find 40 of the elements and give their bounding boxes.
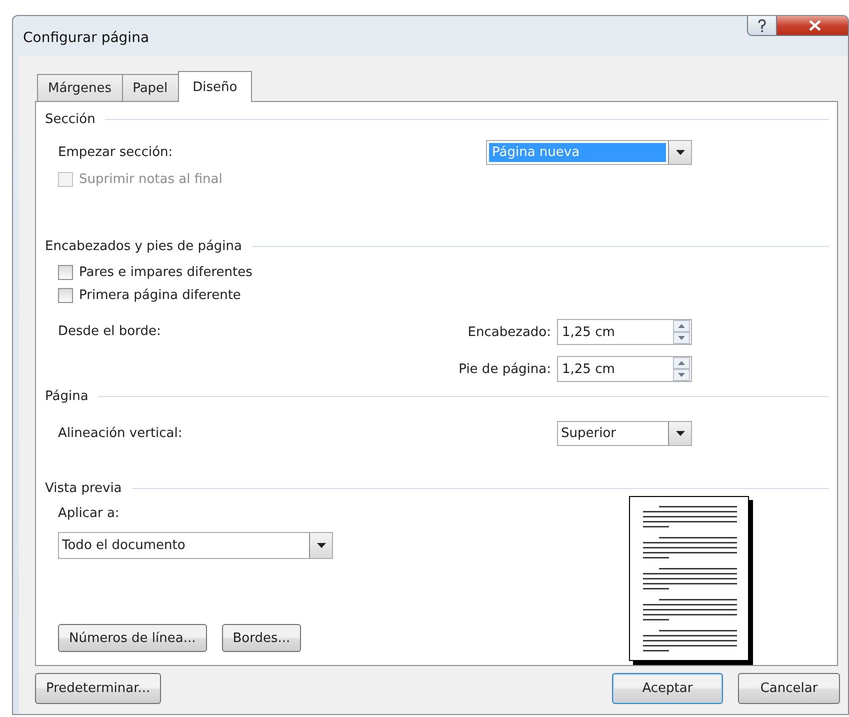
close-button[interactable]	[777, 16, 848, 36]
button[interactable]: Aceptar	[612, 672, 723, 704]
help-button[interactable]	[747, 16, 777, 36]
spin-arrows-icon[interactable]	[673, 357, 690, 381]
section-title: Vista previa	[45, 480, 123, 496]
field-label: Encabezado:	[468, 324, 551, 340]
tab[interactable]: Márgenes	[37, 74, 123, 101]
dropdown-arrow-button[interactable]	[668, 140, 691, 164]
tab[interactable]: Diseño	[178, 71, 252, 102]
section-title: Página	[45, 388, 90, 404]
spin-arrows-icon[interactable]	[673, 320, 690, 344]
caret-icon	[676, 150, 684, 154]
field-label: Alineación vertical:	[58, 426, 184, 440]
dropdown-value: Página nueva	[489, 142, 666, 162]
checkbox[interactable]: Pares e impares diferentes	[58, 265, 252, 280]
field-label: Pie de página:	[458, 362, 551, 376]
dropdown-arrow-button[interactable]	[668, 422, 691, 444]
dropdown-value: Superior	[560, 424, 617, 442]
spin-field[interactable]: 1,25 cm	[557, 356, 692, 382]
button[interactable]: Predeterminar...	[35, 672, 162, 704]
caret-icon	[676, 430, 684, 436]
dropdown[interactable]: Todo el documento	[58, 532, 333, 559]
close-icon	[809, 20, 821, 31]
caret-icon	[316, 543, 326, 548]
button[interactable]: Números de línea...	[58, 624, 207, 652]
button[interactable]: Cancelar	[738, 672, 840, 704]
section-title: Sección	[45, 112, 96, 126]
spin-field[interactable]: 1,25 cm	[557, 319, 692, 345]
field-label: Empezar sección:	[58, 144, 174, 160]
field-label: Aplicar a:	[58, 506, 120, 523]
field-label: Desde el borde:	[58, 324, 162, 339]
section-title: Encabezados y pies de página	[45, 238, 243, 254]
tab[interactable]: Papel	[122, 74, 179, 101]
dropdown-value: Todo el documento	[61, 537, 186, 555]
question-mark-icon	[757, 18, 767, 32]
button[interactable]: Bordes...	[222, 624, 302, 652]
dropdown-arrow-button[interactable]	[309, 533, 332, 558]
dropdown[interactable]: Superior	[557, 420, 692, 446]
window-title: Configurar página	[23, 30, 150, 46]
checkbox[interactable]: Primera página diferente	[58, 288, 241, 303]
